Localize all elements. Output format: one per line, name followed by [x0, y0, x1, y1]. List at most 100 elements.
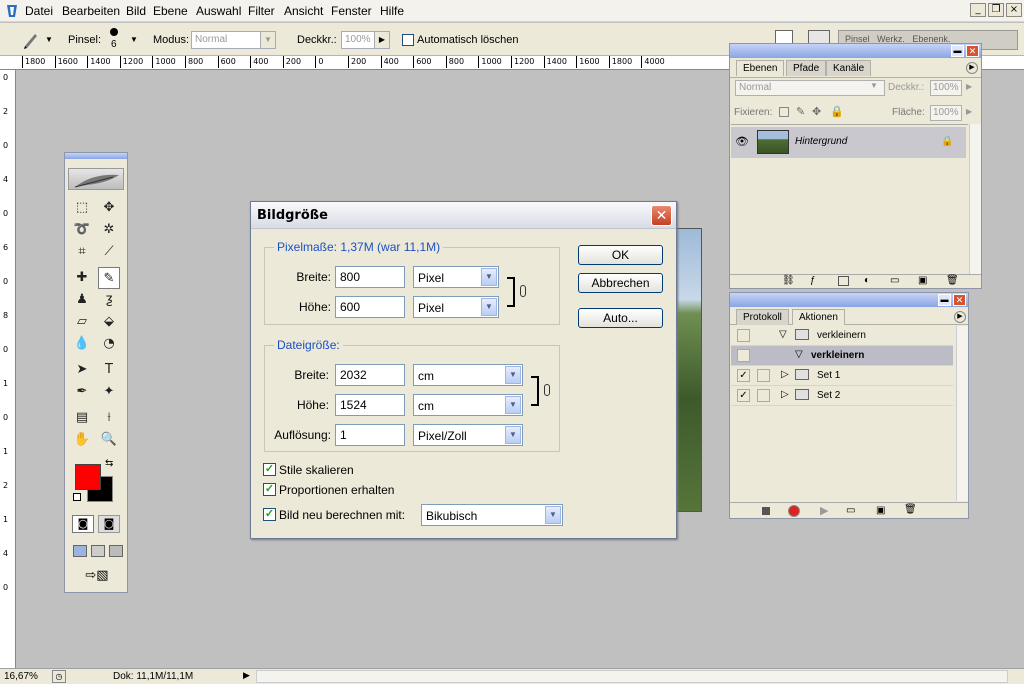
list-item[interactable]: ✓ ▷ Set 2: [731, 386, 953, 406]
mode-select[interactable]: Normal: [191, 31, 261, 49]
menu-bearbeiten[interactable]: Bearbeiten: [62, 4, 120, 18]
screen-mode-standard-icon[interactable]: [73, 545, 87, 557]
screen-mode-full-icon[interactable]: [109, 545, 123, 557]
link-layers-icon[interactable]: ⛓: [782, 275, 795, 286]
opacity-arrow-icon[interactable]: ▶: [966, 82, 972, 91]
stop-icon[interactable]: [762, 507, 770, 515]
layers-palette-titlebar[interactable]: [730, 44, 981, 58]
record-icon[interactable]: [788, 505, 800, 517]
list-item[interactable]: ▽ verkleinern: [731, 326, 953, 346]
zoom-level[interactable]: 16,67%: [4, 671, 38, 682]
tab-history[interactable]: Protokoll: [736, 309, 789, 325]
chevron-down-icon[interactable]: ▽: [795, 349, 803, 360]
opacity-input[interactable]: 100%: [341, 31, 375, 49]
move-tool-icon[interactable]: ✥: [98, 197, 120, 219]
close-app-button[interactable]: ×: [1006, 3, 1022, 17]
lock-image-icon[interactable]: ✎: [796, 105, 805, 118]
ok-button[interactable]: OK: [578, 245, 663, 265]
quick-mask-mode-icon[interactable]: ◙: [98, 515, 120, 533]
constrain-proportions-checkbox[interactable]: ✓: [263, 483, 276, 496]
pen-tool-icon[interactable]: ✒: [71, 381, 93, 403]
eye-visibility-icon[interactable]: 👁: [733, 135, 751, 149]
brush-dropdown-icon[interactable]: ▼: [130, 35, 138, 44]
blur-tool-icon[interactable]: 💧: [71, 333, 93, 355]
action-toggle-checkbox[interactable]: [737, 329, 750, 342]
chevron-down-icon[interactable]: ▽: [779, 329, 787, 340]
chevron-right-icon[interactable]: ▷: [781, 389, 789, 400]
eraser-tool-icon[interactable]: ▱: [71, 311, 93, 333]
cancel-button[interactable]: Abbrechen: [578, 273, 663, 293]
pixel-height-unit-select[interactable]: Pixel ▼: [413, 296, 499, 318]
type-tool-icon[interactable]: T: [98, 359, 120, 381]
menu-bild[interactable]: Bild: [126, 4, 146, 18]
jump-to-imageready-icon[interactable]: ⇨▧: [75, 568, 119, 586]
lock-all-icon[interactable]: 🔒: [830, 105, 844, 118]
new-set-icon[interactable]: ▭: [846, 505, 855, 516]
list-item[interactable]: ✓ ▷ Set 1: [731, 366, 953, 386]
paint-bucket-tool-icon[interactable]: ⬙: [98, 311, 120, 333]
lock-position-icon[interactable]: ✥: [812, 105, 821, 118]
tab-actions[interactable]: Aktionen: [792, 309, 845, 325]
pencil-tool-selected-icon[interactable]: ✎: [98, 267, 120, 289]
marquee-tool-icon[interactable]: ⬚: [71, 197, 93, 219]
screen-mode-full-menu-icon[interactable]: [91, 545, 105, 557]
minimize-button[interactable]: _: [970, 3, 986, 17]
layers-close-button[interactable]: ✕: [966, 45, 979, 57]
magic-wand-tool-icon[interactable]: ✲: [98, 219, 120, 241]
actions-minimize-button[interactable]: ▬: [938, 294, 951, 306]
menu-filter[interactable]: Filter: [248, 4, 275, 18]
swap-colors-icon[interactable]: ⇆: [105, 458, 113, 469]
hand-tool-icon[interactable]: ✋: [71, 429, 93, 451]
palette-menu-icon[interactable]: ▶: [954, 311, 966, 323]
pixel-width-unit-select[interactable]: Pixel ▼: [413, 266, 499, 288]
eyedropper-tool-icon[interactable]: ⟊: [98, 407, 120, 429]
chevron-right-icon[interactable]: ▷: [781, 369, 789, 380]
lasso-tool-icon[interactable]: ➰: [71, 219, 93, 241]
scale-styles-checkbox[interactable]: ✓: [263, 463, 276, 476]
doc-width-input[interactable]: [335, 364, 405, 386]
play-icon[interactable]: ▶: [820, 504, 828, 517]
actions-scrollbar[interactable]: [956, 326, 968, 501]
standard-mode-icon[interactable]: ◙: [72, 515, 94, 533]
tab-paths[interactable]: Pfade: [786, 60, 827, 76]
new-group-icon[interactable]: ▭: [890, 275, 899, 286]
actions-close-button[interactable]: ✕: [953, 294, 966, 306]
shape-tool-icon[interactable]: ✦: [98, 381, 120, 403]
zoom-tool-icon[interactable]: 🔍: [98, 429, 120, 451]
adjustment-layer-icon[interactable]: ◐: [864, 275, 870, 286]
pixel-width-input[interactable]: [335, 266, 405, 288]
notes-tool-icon[interactable]: ▤: [71, 407, 93, 429]
layer-row[interactable]: 👁 Hintergrund 🔒: [731, 127, 966, 158]
pencil-tool-icon[interactable]: [22, 31, 40, 49]
fill-input[interactable]: 100%: [930, 105, 962, 121]
foreground-color-swatch[interactable]: [75, 464, 101, 490]
dialog-toggle-checkbox[interactable]: [757, 389, 770, 402]
lock-transparency-icon[interactable]: [779, 107, 789, 117]
brush-preview-icon[interactable]: [110, 28, 118, 36]
auto-button[interactable]: Auto...: [578, 308, 663, 328]
opacity-slider-icon[interactable]: ▶: [374, 31, 390, 49]
chevron-down-icon[interactable]: ▼: [870, 81, 878, 90]
doc-width-unit-select[interactable]: cm ▼: [413, 364, 523, 386]
doc-height-unit-select[interactable]: cm ▼: [413, 394, 523, 416]
layer-mask-icon[interactable]: [838, 276, 849, 286]
healing-brush-tool-icon[interactable]: ✚: [71, 267, 93, 289]
restore-button[interactable]: ❐: [988, 3, 1004, 17]
resolution-input[interactable]: [335, 424, 405, 446]
tab-channels[interactable]: Kanäle: [826, 60, 872, 76]
dialog-titlebar[interactable]: Bildgröße ✕: [251, 202, 676, 229]
tool-preset-dropdown-icon[interactable]: ▼: [45, 35, 53, 44]
stamp-tool-icon[interactable]: ♟: [71, 289, 93, 311]
delete-layer-icon[interactable]: 🗑: [946, 275, 959, 286]
crop-tool-icon[interactable]: ⌗: [71, 241, 93, 263]
resolution-unit-select[interactable]: Pixel/Zoll ▼: [413, 424, 523, 446]
action-toggle-checkbox[interactable]: ✓: [737, 369, 750, 382]
palette-menu-icon[interactable]: ▶: [966, 62, 978, 74]
action-toggle-checkbox[interactable]: [737, 349, 750, 362]
new-action-icon[interactable]: ▣: [876, 505, 885, 516]
horizontal-scrollbar[interactable]: [256, 670, 1008, 683]
new-layer-icon[interactable]: ▣: [918, 275, 927, 286]
menu-ebene[interactable]: Ebene: [153, 4, 188, 18]
fill-arrow-icon[interactable]: ▶: [966, 107, 972, 116]
dialog-toggle-checkbox[interactable]: [757, 369, 770, 382]
